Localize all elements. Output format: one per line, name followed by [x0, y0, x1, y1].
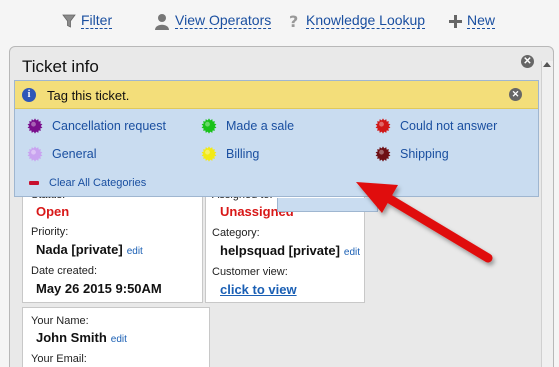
- your-email-label: Your Email:: [31, 353, 87, 365]
- scrollbar[interactable]: [541, 61, 553, 367]
- question-mark-icon: ?: [288, 13, 301, 29]
- seal-icon: [27, 118, 43, 134]
- category-label: Category:: [212, 227, 260, 239]
- window-title: Ticket info: [22, 57, 99, 76]
- contact-card: Your Name: John Smith edit Your Email:: [22, 307, 210, 367]
- priority-label: Priority:: [31, 226, 69, 238]
- category-cancellation-request[interactable]: Cancellation request: [27, 116, 166, 136]
- priority-edit-link[interactable]: edit: [127, 246, 143, 257]
- knowledge-lookup-label: Knowledge Lookup: [306, 12, 426, 29]
- date-created-label: Date created:: [31, 265, 98, 277]
- your-name-label: Your Name:: [31, 315, 89, 327]
- customer-view-label: Customer view:: [212, 266, 288, 278]
- filter-icon: [62, 14, 76, 29]
- seal-highlight: [379, 121, 384, 127]
- seal-icon: [375, 146, 391, 162]
- popup-title: Tag this ticket.: [47, 88, 130, 103]
- seal-highlight: [205, 149, 210, 155]
- new-label: New: [467, 12, 496, 29]
- user-icon: [154, 13, 170, 30]
- category-could-not-answer[interactable]: Could not answer: [375, 116, 497, 136]
- popup-close-icon[interactable]: ✕: [509, 88, 522, 101]
- category-label-billing: Billing: [226, 147, 260, 161]
- seal-icon: [375, 118, 391, 134]
- name-edit-link[interactable]: edit: [111, 334, 127, 345]
- info-icon: i: [22, 88, 36, 102]
- category-label-general: General: [52, 147, 97, 161]
- plus-icon: [449, 14, 462, 28]
- category-made-a-sale[interactable]: Made a sale: [201, 116, 294, 136]
- filter-button[interactable]: Filter: [62, 11, 113, 31]
- svg-text:?: ?: [289, 13, 298, 29]
- tag-ticket-popup: i Tag this ticket. ✕ Cancellation reques…: [14, 80, 539, 212]
- your-name-value: John Smith: [36, 330, 107, 345]
- category-shipping[interactable]: Shipping: [375, 144, 449, 164]
- popup-header: i Tag this ticket. ✕: [15, 81, 538, 109]
- clear-all-categories-label: Clear All Categories: [49, 177, 147, 189]
- your-name-row: John Smith edit: [36, 330, 127, 345]
- view-operators-button[interactable]: View Operators: [154, 11, 272, 31]
- view-operators-label: View Operators: [175, 12, 272, 29]
- category-label-made-a-sale: Made a sale: [226, 119, 295, 133]
- customer-view-link[interactable]: click to view: [220, 282, 297, 297]
- window-close-icon[interactable]: ✕: [521, 55, 534, 68]
- status-value: Open: [36, 204, 70, 219]
- priority-row: Nada [private] edit: [36, 242, 143, 257]
- date-created-value: May 26 2015 9:50AM: [36, 281, 162, 296]
- knowledge-lookup-button[interactable]: ? Knowledge Lookup: [288, 11, 426, 31]
- seal-highlight: [379, 149, 384, 155]
- seal-highlight: [205, 121, 210, 127]
- seal-icon: [27, 146, 43, 162]
- seal-highlight: [31, 121, 36, 127]
- filter-label: Filter: [81, 12, 113, 29]
- ticket-status-card: Status: Open Priority: Nada [private]edi…: [22, 186, 203, 303]
- category-label-shipping: Shipping: [400, 147, 449, 161]
- category-value: helpsquad [private]: [220, 243, 340, 258]
- popup-tail: [277, 198, 378, 212]
- seal-icon: [201, 118, 217, 134]
- priority-value: Nada [private]: [36, 242, 123, 257]
- seal-icon: [201, 146, 217, 162]
- minus-icon: [29, 181, 39, 185]
- clear-all-categories-button[interactable]: Clear All Categories: [29, 177, 146, 189]
- scroll-up-arrow-icon[interactable]: [543, 62, 551, 67]
- category-edit-link[interactable]: edit: [344, 247, 360, 258]
- category-label-cancellation-request: Cancellation request: [52, 119, 166, 133]
- new-button[interactable]: New: [449, 11, 496, 31]
- seal-highlight: [31, 149, 36, 155]
- category-label-could-not-answer: Could not answer: [400, 119, 498, 133]
- category-billing[interactable]: Billing: [201, 144, 259, 164]
- category-row: helpsquad [private] edit: [220, 243, 360, 258]
- top-toolbar: Filter View Operators ? Knowledge Lookup…: [0, 0, 559, 40]
- category-general[interactable]: General: [27, 144, 96, 164]
